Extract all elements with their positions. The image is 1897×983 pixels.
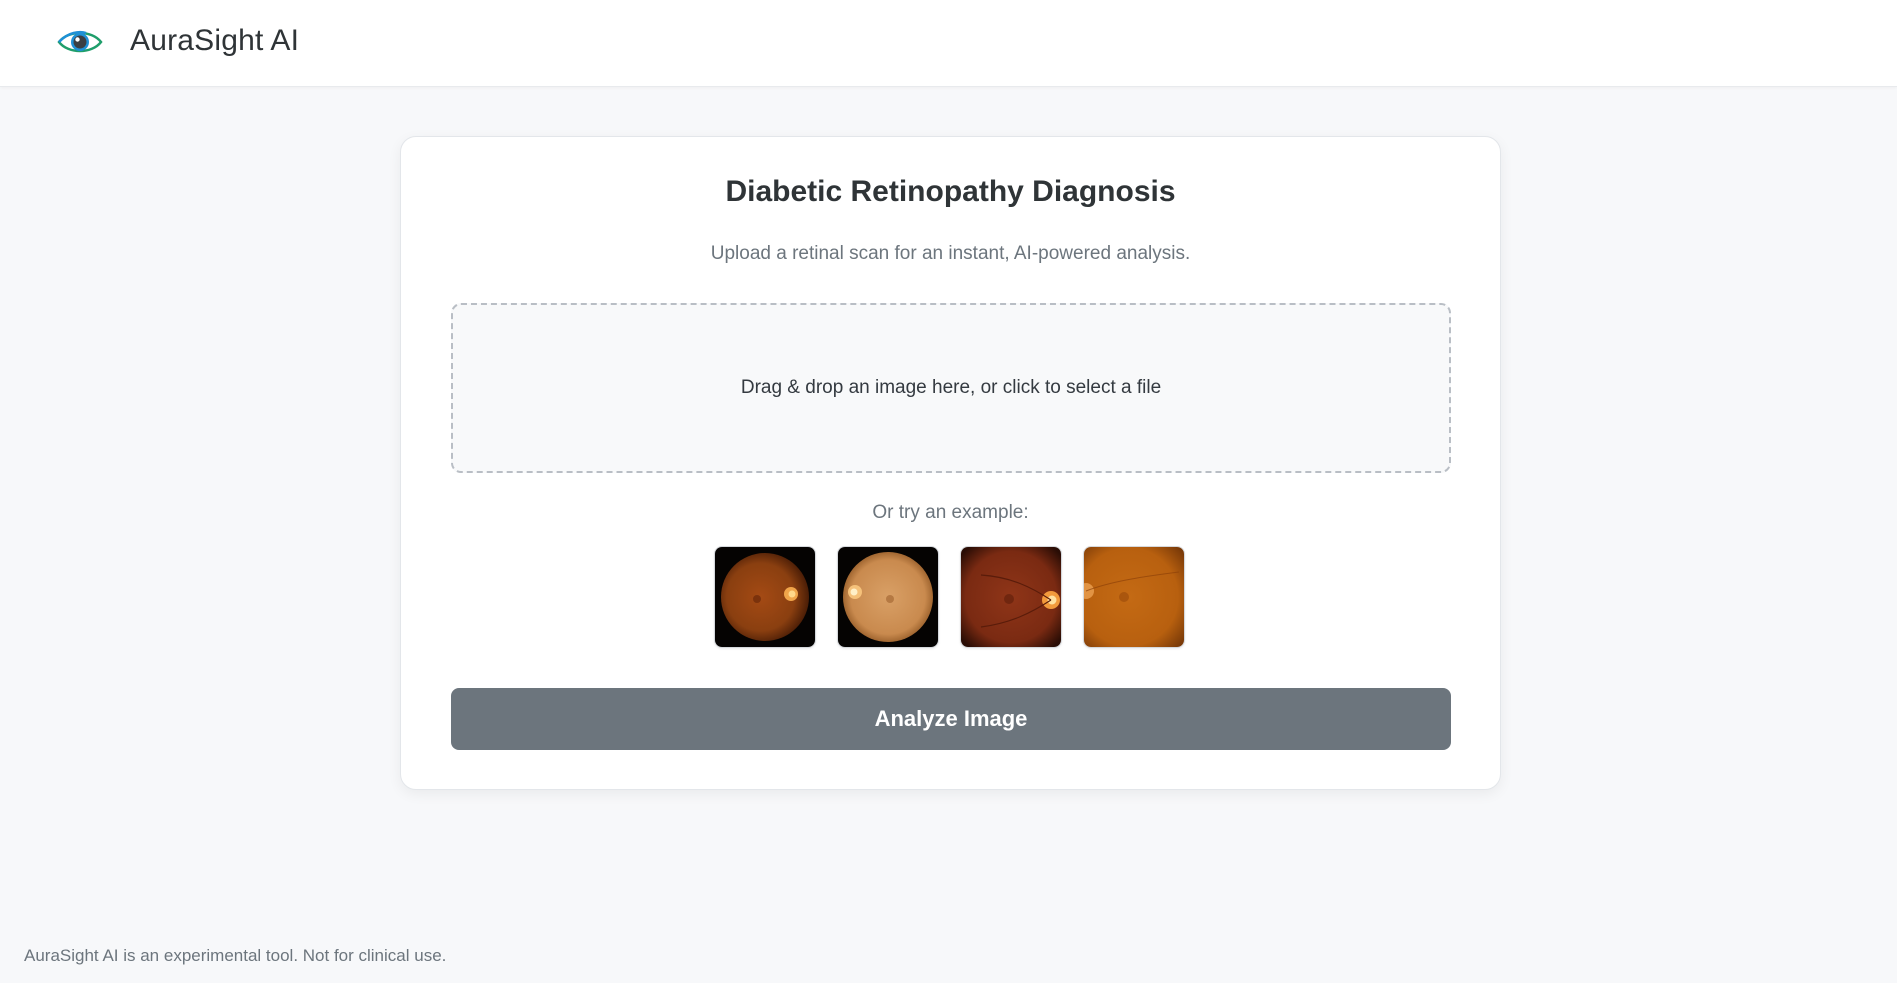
- dropzone-text: Drag & drop an image here, or click to s…: [740, 377, 1162, 398]
- example-thumbnails: [714, 546, 1185, 648]
- analyze-image-button[interactable]: Analyze Image: [451, 688, 1451, 750]
- page-title: Diabetic Retinopathy Diagnosis: [725, 175, 1176, 208]
- example-retina-2[interactable]: [837, 546, 939, 648]
- diagnosis-card: Diabetic Retinopathy Diagnosis Upload a …: [400, 136, 1501, 790]
- top-header: AuraSight AI: [0, 0, 1897, 87]
- examples-label: Or try an example:: [872, 502, 1029, 523]
- image-dropzone[interactable]: Drag & drop an image here, or click to s…: [451, 303, 1451, 473]
- brand-name: AuraSight AI: [130, 24, 300, 57]
- eye-icon: [56, 24, 104, 60]
- page-subtitle: Upload a retinal scan for an instant, AI…: [710, 243, 1191, 264]
- footer-disclaimer: AuraSight AI is an experimental tool. No…: [24, 946, 447, 965]
- example-retina-4[interactable]: [1083, 546, 1185, 648]
- example-retina-3[interactable]: [960, 546, 1062, 648]
- example-retina-1[interactable]: [714, 546, 816, 648]
